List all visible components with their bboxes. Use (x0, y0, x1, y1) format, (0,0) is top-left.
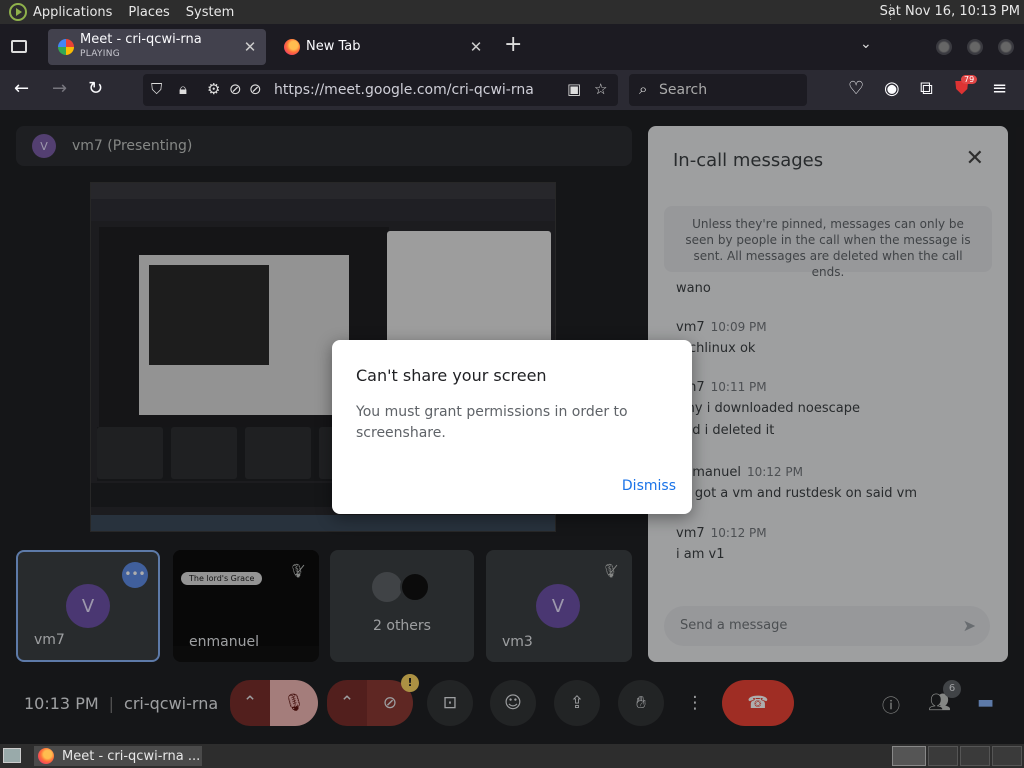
navigation-toolbar: ← → ↻ ⛉ 🔒︎ ⚙ ⊘ ⊘ https://meet.google.com… (0, 70, 1024, 110)
browser-tab-strip: Meet - cri-qcwi-rna PLAYING ✕ New Tab ✕ … (0, 24, 1024, 70)
tab-new-tab[interactable]: New Tab ✕ (274, 29, 492, 65)
distro-logo-icon[interactable] (9, 3, 27, 21)
show-desktop-icon[interactable] (3, 748, 21, 763)
url-text[interactable]: https://meet.google.com/cri-qcwi-rna (274, 82, 534, 98)
hamburger-menu-icon[interactable]: ≡ (992, 79, 1007, 99)
system-top-panel: Applications Places System Sat Nov 16, 1… (0, 0, 1024, 24)
search-input[interactable]: ⌕ Search (629, 74, 807, 106)
system-clock[interactable]: Sat Nov 16, 10:13 PM (880, 4, 1020, 19)
camera-blocked-icon[interactable]: ⊘ (229, 80, 242, 98)
workspace-2[interactable] (928, 746, 958, 766)
lock-icon[interactable]: 🔒︎ (179, 80, 187, 98)
permissions-icon[interactable]: ⚙ (207, 80, 220, 98)
reload-icon[interactable]: ↻ (88, 79, 103, 99)
list-all-tabs-chevron-icon[interactable]: ⌄ (860, 36, 872, 52)
forward-arrow-icon[interactable]: → (52, 79, 67, 99)
back-arrow-icon[interactable]: ← (14, 79, 29, 99)
pocket-icon[interactable]: ♡ (848, 79, 864, 99)
workspace-1[interactable] (892, 746, 926, 766)
mic-blocked-icon[interactable]: ⊘ (249, 80, 262, 98)
cant-share-screen-dialog: Can't share your screen You must grant p… (332, 340, 692, 514)
address-bar[interactable]: ⛉ 🔒︎ ⚙ ⊘ ⊘ https://meet.google.com/cri-q… (143, 74, 618, 106)
tab-overview-icon[interactable] (11, 40, 27, 53)
firefox-icon (38, 748, 54, 764)
search-placeholder: Search (659, 82, 708, 98)
menu-system[interactable]: System (186, 5, 234, 20)
dialog-body: You must grant permissions in order to s… (356, 404, 628, 441)
close-tab-icon[interactable]: ✕ (466, 38, 486, 56)
tab-playing-label: PLAYING (80, 49, 121, 59)
workspace-4[interactable] (992, 746, 1022, 766)
tracking-shield-icon[interactable]: ⛉ (151, 80, 162, 98)
taskbar-window-button[interactable]: Meet - cri-qcwi-rna ... (34, 746, 202, 766)
extensions-puzzle-icon[interactable]: ⧉ (920, 79, 933, 99)
tab-title: Meet - cri-qcwi-rna (80, 32, 202, 47)
account-icon[interactable]: ◉ (884, 79, 900, 99)
system-taskbar: Meet - cri-qcwi-rna ... (0, 744, 1024, 768)
close-tab-icon[interactable]: ✕ (240, 38, 260, 56)
taskbar-window-title: Meet - cri-qcwi-rna ... (62, 748, 201, 764)
search-icon: ⌕ (639, 80, 648, 98)
dialog-title: Can't share your screen (356, 366, 547, 385)
dismiss-button[interactable]: Dismiss (622, 474, 676, 498)
bookmark-star-icon[interactable]: ☆ (594, 80, 607, 98)
firefox-favicon-icon (284, 39, 300, 55)
minimize-window-icon[interactable] (936, 39, 952, 55)
maximize-window-icon[interactable] (967, 39, 983, 55)
extension-badge: 79 (961, 75, 978, 84)
google-meet-favicon-icon (58, 39, 74, 55)
screen-share-indicator-icon[interactable]: ▣ (567, 80, 581, 98)
workspace-3[interactable] (960, 746, 990, 766)
tab-title-wrap: Meet - cri-qcwi-rna PLAYING (80, 33, 240, 61)
menu-applications[interactable]: Applications (33, 5, 112, 20)
close-window-icon[interactable] (998, 39, 1014, 55)
new-tab-plus-icon[interactable]: + (504, 34, 522, 56)
menu-places[interactable]: Places (128, 5, 169, 20)
tab-meet[interactable]: Meet - cri-qcwi-rna PLAYING ✕ (48, 29, 266, 65)
tab-title: New Tab (306, 39, 361, 54)
